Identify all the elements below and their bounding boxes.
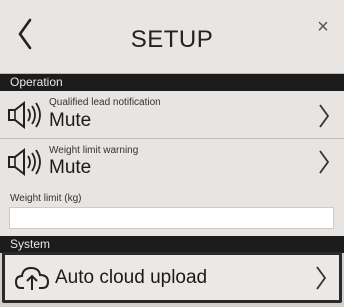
chevron-right-icon [319,104,330,128]
weight-limit-block: Weight limit (kg) [0,187,344,236]
auto-cloud-upload-label: Auto cloud upload [55,267,208,288]
section-header-operation: Operation [0,74,344,91]
weight-limit-label: Weight limit (kg) [10,193,82,204]
header: SETUP × [0,0,344,74]
speaker-mute-icon [8,147,41,177]
weight-limit-warning-label: Weight limit warning [49,145,139,156]
chevron-right-icon [316,266,327,290]
qualified-lead-notification-row[interactable]: Qualified lead notification Mute [0,91,344,139]
speaker-mute-icon [8,100,41,130]
weight-limit-warning-value: Mute [49,157,92,178]
weight-limit-input[interactable] [9,207,334,229]
chevron-right-icon [319,150,330,174]
close-button[interactable]: × [310,14,336,40]
weight-limit-warning-row[interactable]: Weight limit warning Mute [0,139,344,187]
cloud-upload-icon [15,266,49,290]
qualified-lead-notification-label: Qualified lead notification [49,97,161,108]
close-icon: × [317,16,329,38]
section-header-system: System [0,236,344,253]
setup-screen: SETUP × Operation Qualified lead notific… [0,0,344,307]
page-title: SETUP [130,26,214,53]
auto-cloud-upload-row[interactable]: Auto cloud upload [2,252,342,303]
qualified-lead-notification-value: Mute [49,110,92,131]
